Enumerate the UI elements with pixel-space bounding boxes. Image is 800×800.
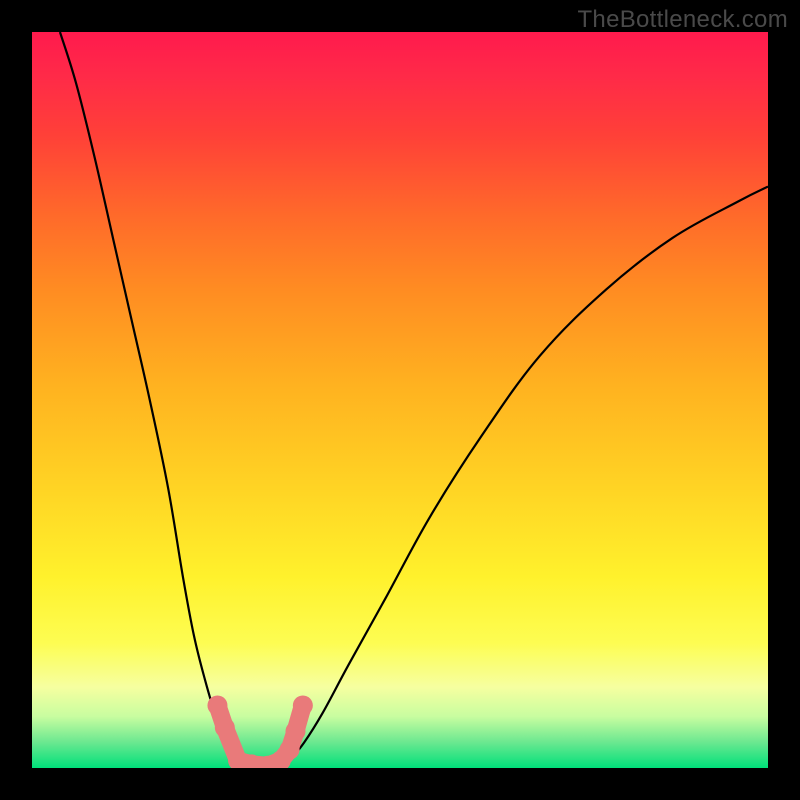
left-curve	[60, 32, 243, 764]
attribution-label: TheBottleneck.com	[577, 6, 788, 34]
data-marker	[293, 695, 313, 715]
data-marker	[215, 718, 235, 738]
data-marker	[280, 740, 300, 760]
curves-svg	[32, 32, 768, 768]
data-marker	[207, 695, 227, 715]
right-curve	[290, 187, 768, 761]
chart-stage: TheBottleneck.com	[0, 0, 800, 800]
data-marker	[285, 721, 305, 741]
plot-area	[32, 32, 768, 768]
